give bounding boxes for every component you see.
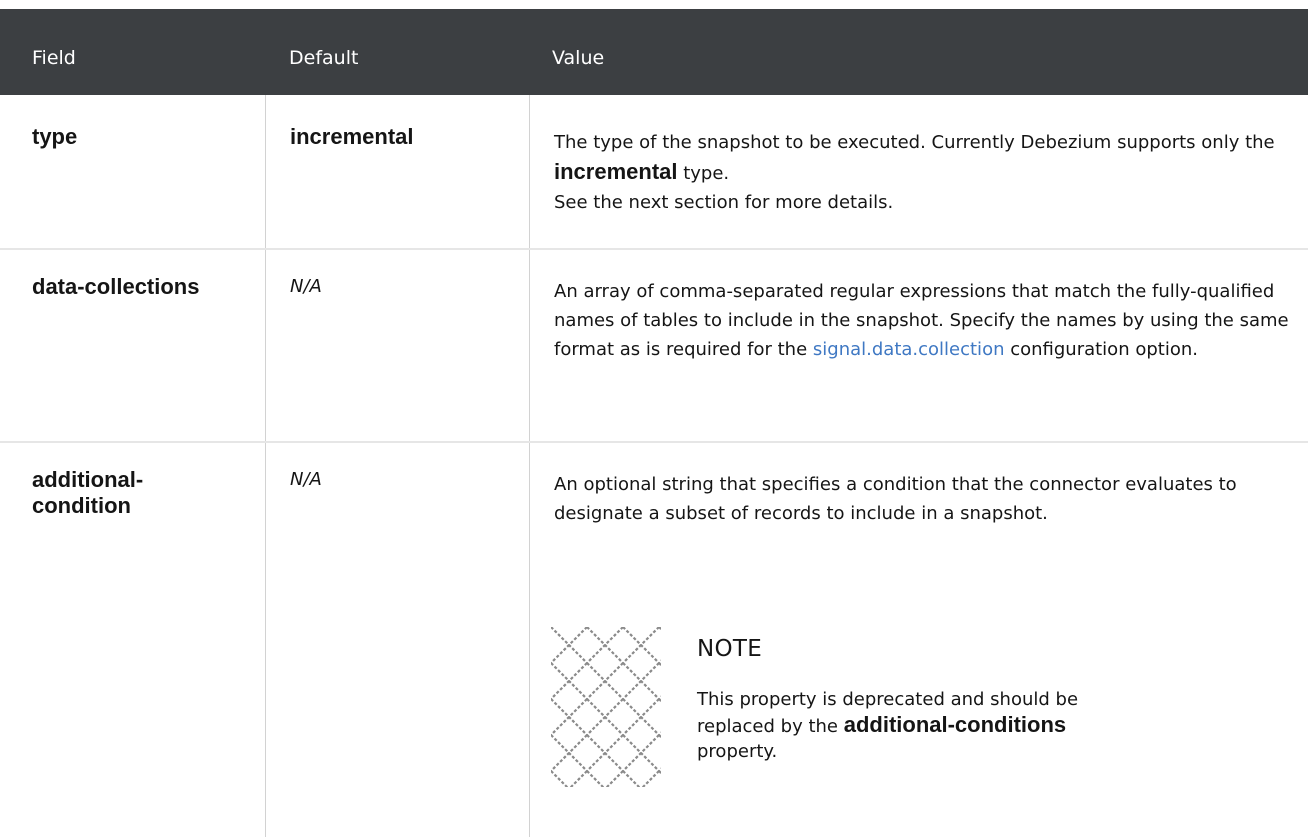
value-text: type. [677, 163, 730, 184]
row-divider [0, 248, 1308, 250]
note-text-bold: additional-conditions [843, 712, 1067, 737]
column-divider [265, 95, 266, 837]
value-text: An optional string that specifies a cond… [554, 474, 1237, 524]
value-text: See the next section for more details. [554, 192, 894, 213]
header-field: Field [32, 47, 76, 69]
signal-data-collection-link[interactable]: signal.data.collection [813, 339, 1005, 360]
note-pattern-icon [551, 627, 661, 787]
value-text: The type of the snapshot to be executed.… [554, 132, 1275, 153]
value-bold: incremental [554, 159, 678, 184]
value-additional-condition: An optional string that specifies a cond… [554, 470, 1294, 528]
default-type: incremental [290, 124, 414, 149]
table-header: Field Default Value [0, 9, 1308, 95]
field-additional-condition: additional-condition [32, 467, 144, 518]
row-divider [0, 441, 1308, 443]
default-data-collections: N/A [290, 276, 322, 297]
note-text: This property is deprecated and should b… [697, 687, 1137, 764]
value-text: configuration option. [1004, 339, 1198, 360]
default-additional-condition: N/A [290, 469, 322, 490]
header-default: Default [289, 47, 359, 69]
note-text-part: property. [697, 741, 778, 762]
note-title: NOTE [697, 636, 763, 662]
header-value: Value [552, 47, 605, 69]
value-data-collections: An array of comma-separated regular expr… [554, 277, 1294, 364]
field-data-collections: data-collections [32, 274, 200, 299]
value-type: The type of the snapshot to be executed.… [554, 128, 1294, 217]
field-type: type [32, 124, 78, 149]
config-table: Field Default Value type incremental The… [0, 0, 1308, 837]
column-divider [529, 95, 530, 837]
